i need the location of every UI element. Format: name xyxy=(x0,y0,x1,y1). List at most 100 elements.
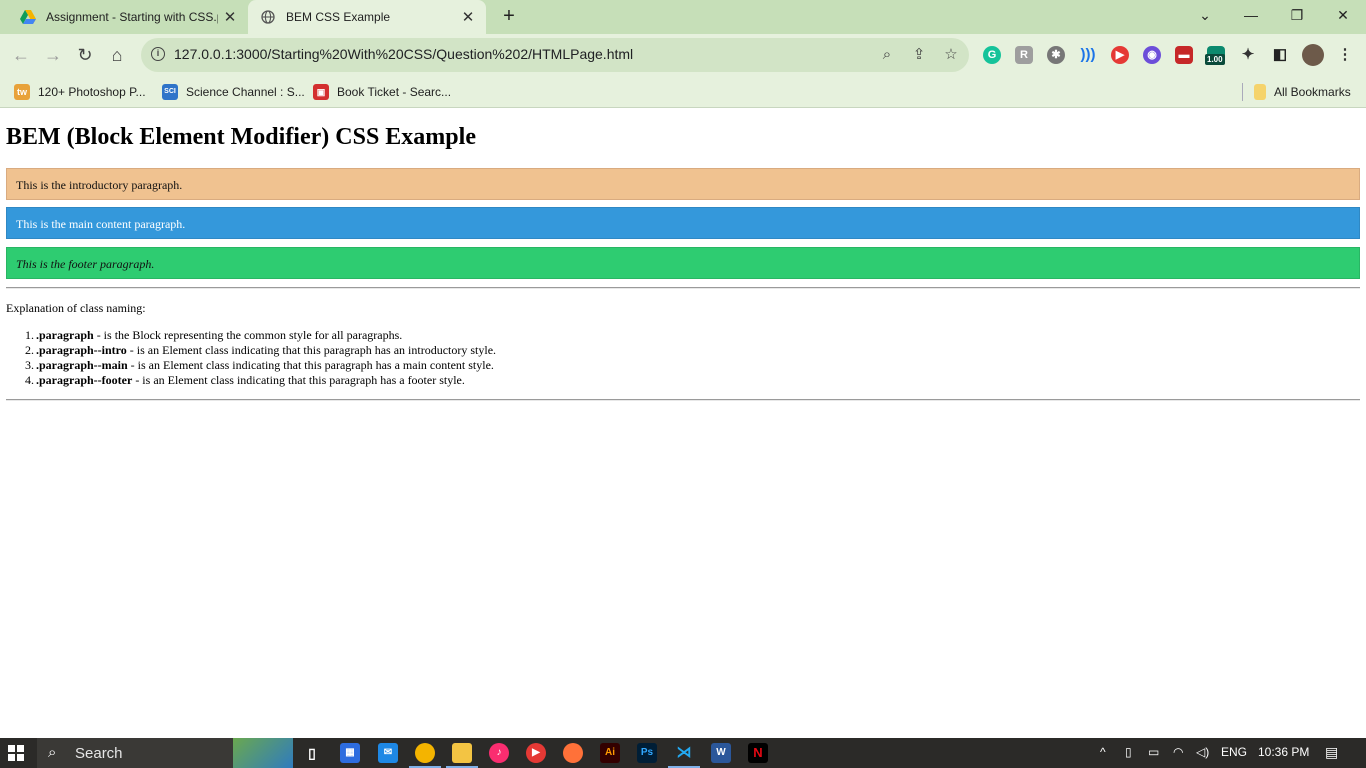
speed-extension-icon[interactable]: 1.00 xyxy=(1205,46,1225,65)
bookmark-item[interactable]: tw 120+ Photoshop P... xyxy=(14,82,146,102)
divider xyxy=(6,399,1360,401)
minimize-icon[interactable]: — xyxy=(1228,0,1274,30)
class-name: .paragraph--intro xyxy=(36,343,127,357)
vscode-icon[interactable]: ⋊ xyxy=(668,743,700,768)
page-title: BEM (Block Element Modifier) CSS Example xyxy=(6,124,476,150)
show-hidden-icons-icon[interactable]: ^ xyxy=(1100,745,1106,759)
all-bookmarks[interactable]: All Bookmarks xyxy=(1254,82,1351,102)
wifi-icon[interactable]: ◠ xyxy=(1173,745,1183,759)
bookmarks-bar: tw 120+ Photoshop P... SCI Science Chann… xyxy=(0,76,1366,108)
list-number: 4. xyxy=(25,373,34,387)
home-icon[interactable]: ⌂ xyxy=(105,43,129,67)
windows-start-icon[interactable] xyxy=(8,745,24,761)
notifications-icon[interactable]: ▤ xyxy=(1325,744,1338,761)
forward-icon[interactable]: → xyxy=(41,43,65,67)
browser-toolbar: ← → ↻ ⌂ i 127.0.0.1:3000/Starting%20With… xyxy=(0,34,1366,76)
video-speed-extension-icon[interactable]: ▶ xyxy=(1111,46,1129,64)
share-icon[interactable]: ⇪ xyxy=(909,45,929,65)
red-extension-icon[interactable]: ▬ xyxy=(1175,46,1193,64)
store-icon[interactable]: ▦ xyxy=(340,743,360,763)
search-icon: ⌕ xyxy=(48,744,57,761)
folder-icon xyxy=(1254,84,1266,100)
bookmark-label: Science Channel : S... xyxy=(186,85,305,99)
close-tab-icon[interactable]: ✕ xyxy=(456,8,480,26)
all-bookmarks-label: All Bookmarks xyxy=(1274,85,1351,99)
tab-strip: Assignment - Starting with CSS.p ✕ BEM C… xyxy=(0,0,1366,34)
bus-icon: ▣ xyxy=(313,84,329,100)
bookmark-star-icon[interactable]: ☆ xyxy=(941,45,961,65)
battery-icon[interactable]: ▭ xyxy=(1148,745,1159,759)
list-item: 2. .paragraph--intro - is an Element clas… xyxy=(6,343,496,358)
address-bar[interactable]: i 127.0.0.1:3000/Starting%20With%20CSS/Q… xyxy=(141,38,969,72)
zoom-icon[interactable]: ⌕ xyxy=(877,45,897,65)
class-name: .paragraph--footer xyxy=(36,373,133,387)
list-number: 3. xyxy=(25,358,34,372)
puzzle-extensions-icon[interactable]: ✦ xyxy=(1239,46,1257,64)
sci-icon: SCI xyxy=(162,84,178,100)
site-info-icon[interactable]: i xyxy=(151,47,165,61)
close-window-icon[interactable]: ✕ xyxy=(1320,0,1366,30)
explanation-heading: Explanation of class naming: xyxy=(6,301,146,315)
firefox-icon[interactable] xyxy=(563,743,583,763)
class-naming-list: 1. .paragraph - is the Block representing… xyxy=(6,328,496,388)
taskbar-search[interactable]: ⌕ Search xyxy=(37,738,293,768)
grammarly-extension-icon[interactable]: G xyxy=(983,46,1001,64)
search-highlight-image xyxy=(233,738,293,768)
illustrator-icon[interactable]: Ai xyxy=(600,743,620,763)
volume-icon[interactable]: ◁) xyxy=(1196,745,1209,759)
netflix-icon[interactable]: N xyxy=(748,743,768,763)
word-icon[interactable]: W xyxy=(711,743,731,763)
menu-dots-icon[interactable]: ⋮ xyxy=(1336,46,1354,64)
language-indicator[interactable]: ENG xyxy=(1221,745,1247,759)
url-text[interactable]: 127.0.0.1:3000/Starting%20With%20CSS/Que… xyxy=(174,46,633,62)
class-description: - is an Element class indicating that th… xyxy=(132,373,465,387)
chrome-icon[interactable] xyxy=(409,743,441,768)
divider xyxy=(6,287,1360,289)
list-number: 1. xyxy=(25,328,34,342)
close-tab-icon[interactable]: ✕ xyxy=(218,8,242,26)
purple-extension-icon[interactable]: ◉ xyxy=(1143,46,1161,64)
task-view-icon[interactable]: ▯ xyxy=(302,743,322,763)
google-drive-icon xyxy=(20,9,36,25)
new-tab-icon[interactable]: + xyxy=(498,5,520,27)
extension-icon[interactable]: R xyxy=(1015,46,1033,64)
class-description: - is the Block representing the common s… xyxy=(93,328,403,342)
itunes-icon[interactable]: ♪ xyxy=(489,743,509,763)
bug-extension-icon[interactable]: ✱ xyxy=(1047,46,1065,64)
restore-icon[interactable]: ❐ xyxy=(1274,0,1320,30)
clock[interactable]: 10:36 PM xyxy=(1258,745,1309,759)
side-panel-icon[interactable]: ◧ xyxy=(1271,46,1289,64)
avatar[interactable] xyxy=(1302,44,1324,66)
bookmark-label: 120+ Photoshop P... xyxy=(38,85,146,99)
reload-icon[interactable]: ↻ xyxy=(73,43,97,67)
tab-search-chevron-icon[interactable]: ⌄ xyxy=(1182,0,1228,30)
audio-extension-icon[interactable]: ))) xyxy=(1079,46,1097,64)
windows-taskbar: ⌕ Search ▯ ▦ ✉ ♪ ▶ Ai Ps ⋊ W N ^ ▯ ▭ ◠ ◁… xyxy=(0,738,1366,768)
tab-assignment[interactable]: Assignment - Starting with CSS.p ✕ xyxy=(8,0,248,34)
tab-bem-css-example[interactable]: BEM CSS Example ✕ xyxy=(248,0,486,34)
photoshop-icon[interactable]: Ps xyxy=(637,743,657,763)
media-player-icon[interactable]: ▶ xyxy=(526,743,546,763)
divider xyxy=(1242,83,1243,101)
class-name: .paragraph xyxy=(36,328,94,342)
list-item: 1. .paragraph - is the Block representing… xyxy=(6,328,496,343)
class-name: .paragraph--main xyxy=(36,358,128,372)
tab-title: BEM CSS Example xyxy=(286,10,391,24)
file-explorer-icon[interactable] xyxy=(446,743,478,768)
tab-title: Assignment - Starting with CSS.p xyxy=(46,10,218,24)
device-icon[interactable]: ▯ xyxy=(1125,745,1132,759)
intro-paragraph: This is the introductory paragraph. xyxy=(6,168,1360,200)
back-icon[interactable]: ← xyxy=(9,43,33,67)
bookmark-item[interactable]: SCI Science Channel : S... xyxy=(162,82,305,102)
class-description: - is an Element class indicating that th… xyxy=(127,358,494,372)
bookmark-label: Book Ticket - Searc... xyxy=(337,85,452,99)
list-item: 4. .paragraph--footer - is an Element cla… xyxy=(6,373,496,388)
list-item: 3. .paragraph--main - is an Element class… xyxy=(6,358,496,373)
main-paragraph: This is the main content paragraph. xyxy=(6,207,1360,239)
tw-icon: tw xyxy=(14,84,30,100)
extension-badge: 1.00 xyxy=(1205,54,1225,65)
bookmark-item[interactable]: ▣ Book Ticket - Searc... xyxy=(313,82,451,102)
page-content: BEM (Block Element Modifier) CSS Example… xyxy=(0,109,1366,738)
list-number: 2. xyxy=(25,343,34,357)
mail-icon[interactable]: ✉ xyxy=(378,743,398,763)
